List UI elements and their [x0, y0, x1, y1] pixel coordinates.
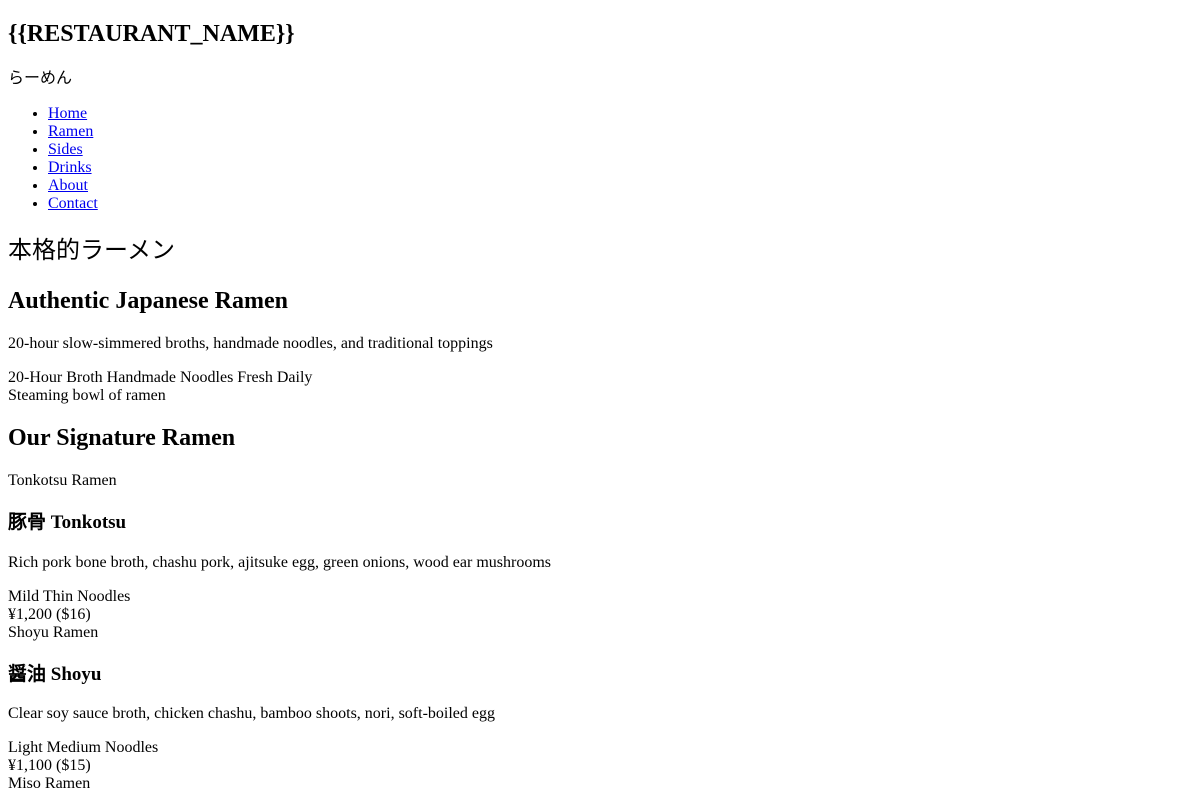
dish-tag: Thin Noodles [42, 588, 131, 605]
nav-item-about: About [48, 177, 98, 195]
hero-title: Authentic Japanese Ramen [8, 288, 288, 314]
dish-price: ¥1,200 ($16) [8, 606, 91, 623]
dish-tags: Mild Thin Noodles [8, 588, 130, 606]
hero-title-jp: 本格的ラーメン [8, 238, 176, 264]
dish-image: Tonkotsu Ramen [8, 472, 117, 490]
feature-badge: Fresh Daily [237, 369, 313, 386]
feature-badge: 20-Hour Broth [8, 369, 103, 386]
dish-description: Rich pork bone broth, chashu pork, ajits… [8, 554, 552, 571]
dish-price: ¥1,100 ($15) [8, 757, 91, 774]
nav-link-contact[interactable]: Contact [48, 195, 98, 212]
menu-section-title: Our Signature Ramen [8, 425, 236, 451]
nav-link-sides[interactable]: Sides [48, 141, 83, 158]
nav-link-home[interactable]: Home [48, 105, 87, 122]
nav-item-drinks: Drinks [48, 159, 98, 177]
dish-image-alt: Miso Ramen [8, 775, 91, 792]
dish-image: Shoyu Ramen [8, 624, 98, 642]
nav-item-ramen: Ramen [48, 123, 98, 141]
dish-name: 醤油 Shoyu [8, 664, 102, 685]
restaurant-name: {{RESTAURANT_NAME}} [8, 21, 295, 47]
dish-tag: Mild [8, 588, 40, 605]
dish-name: 豚骨 Tonkotsu [8, 512, 127, 533]
hero-image-alt: Steaming bowl of ramen [8, 387, 166, 404]
dish-description: Clear soy sauce broth, chicken chashu, b… [8, 705, 495, 722]
dish-image-alt: Shoyu Ramen [8, 624, 99, 641]
feature-badge: Handmade Noodles [106, 369, 234, 386]
nav-link-ramen[interactable]: Ramen [48, 123, 93, 140]
dish-tags: Light Medium Noodles [8, 739, 158, 757]
nav-item-home: Home [48, 105, 98, 123]
nav-item-contact: Contact [48, 195, 98, 213]
main-nav: Home Ramen Sides Drinks About Contact [48, 105, 98, 213]
hero-image: Steaming bowl of ramen [8, 387, 166, 405]
hero-description: 20-hour slow-simmered broths, handmade n… [8, 335, 493, 352]
dish-image-alt: Tonkotsu Ramen [8, 472, 117, 489]
dish-tag: Light [8, 739, 43, 756]
nav-item-sides: Sides [48, 141, 98, 159]
dish-image: Miso Ramen [8, 775, 90, 793]
tagline: らーめん [8, 70, 73, 87]
nav-link-about[interactable]: About [48, 177, 88, 194]
hero-features: 20-Hour Broth Handmade Noodles Fresh Daily [8, 368, 312, 388]
nav-link-drinks[interactable]: Drinks [48, 159, 92, 176]
dish-tag: Medium Noodles [46, 739, 159, 756]
